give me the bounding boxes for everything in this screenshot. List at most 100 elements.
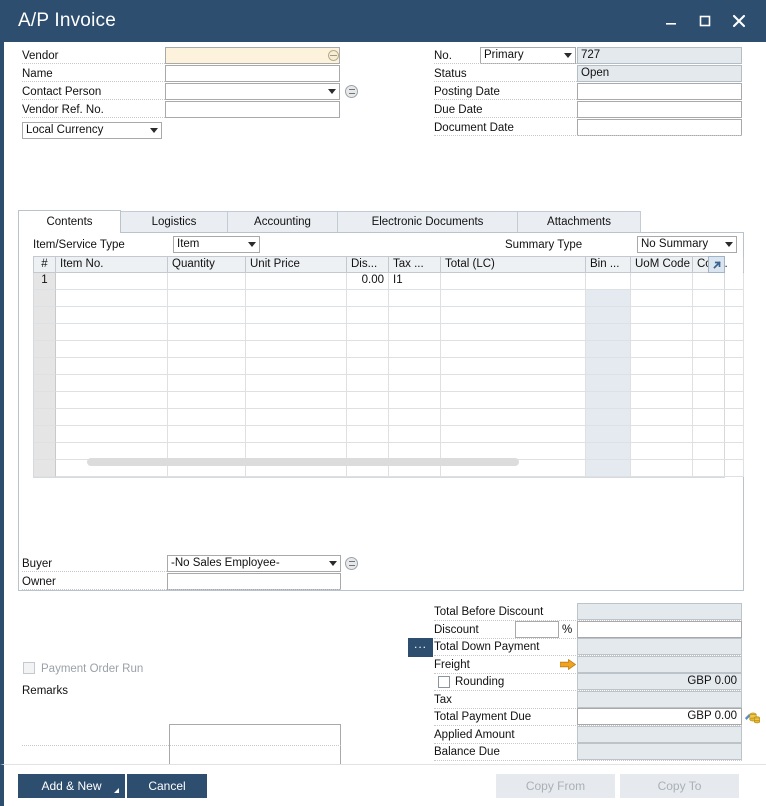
grid-cell-bin[interactable] <box>586 358 631 375</box>
grid-cell-disc[interactable] <box>347 290 389 307</box>
grid-row[interactable] <box>34 290 744 307</box>
summary-type-select[interactable]: No Summary <box>637 236 737 253</box>
vendor-link-icon[interactable] <box>328 50 339 61</box>
contact-person-link-icon[interactable] <box>345 85 358 98</box>
grid-cell-cou[interactable] <box>693 460 744 477</box>
grid-cell-disc[interactable] <box>347 324 389 341</box>
currency-select[interactable]: Local Currency <box>22 122 162 139</box>
tab-accounting[interactable]: Accounting <box>227 211 338 233</box>
grid-cell-tax[interactable] <box>389 324 441 341</box>
grid-cell-uom[interactable] <box>631 358 693 375</box>
grid-cell-price[interactable] <box>246 375 347 392</box>
grid-cell-qty[interactable] <box>168 375 246 392</box>
grid-cell-bin[interactable] <box>586 392 631 409</box>
tab-attachments[interactable]: Attachments <box>517 211 641 233</box>
grid-cell-price[interactable] <box>246 341 347 358</box>
grid-cell-disc[interactable]: 0.00 <box>347 273 389 290</box>
grid-column-header-disc[interactable]: Dis... <box>347 257 389 272</box>
totals-value-total-payment-due[interactable]: GBP 0.00 <box>577 708 742 725</box>
grid-cell-bin[interactable] <box>586 409 631 426</box>
grid-cell-total[interactable] <box>441 307 586 324</box>
grid-cell-uom[interactable] <box>631 460 693 477</box>
grid-column-header-qty[interactable]: Quantity <box>168 257 246 272</box>
grid-cell-item_no[interactable] <box>56 409 168 426</box>
no-series-select[interactable]: Primary <box>480 47 576 64</box>
grid-cell-tax[interactable] <box>389 358 441 375</box>
buyer-link-icon[interactable] <box>345 557 358 570</box>
grid-cell-cou[interactable] <box>693 273 744 290</box>
copy-from-button[interactable]: Copy From <box>496 774 615 798</box>
grid-cell-item_no[interactable] <box>56 273 168 290</box>
grid-cell-price[interactable] <box>246 358 347 375</box>
grid-cell-tax[interactable] <box>389 341 441 358</box>
grid-cell-qty[interactable] <box>168 324 246 341</box>
due-date-input[interactable] <box>577 101 742 118</box>
grid-cell-price[interactable] <box>246 307 347 324</box>
grid-cell-tax[interactable] <box>389 307 441 324</box>
grid-cell-price[interactable] <box>246 392 347 409</box>
grid-cell-uom[interactable] <box>631 307 693 324</box>
grid-cell-uom[interactable] <box>631 443 693 460</box>
grid-cell-bin[interactable] <box>586 290 631 307</box>
grid-cell-disc[interactable] <box>347 426 389 443</box>
grid-cell-price[interactable] <box>246 324 347 341</box>
grid-cell-bin[interactable] <box>586 426 631 443</box>
grid-cell-item_no[interactable] <box>56 392 168 409</box>
copy-to-button[interactable]: Copy To <box>620 774 739 798</box>
rounding-checkbox[interactable] <box>438 676 450 688</box>
tab-contents[interactable]: Contents <box>18 210 121 233</box>
buyer-select[interactable]: -No Sales Employee- <box>167 555 341 572</box>
grid-cell-bin[interactable] <box>586 443 631 460</box>
grid-cell-qty[interactable] <box>168 358 246 375</box>
grid-cell-item_no[interactable] <box>56 426 168 443</box>
grid-cell-tax[interactable] <box>389 290 441 307</box>
name-input[interactable] <box>165 65 340 82</box>
grid-cell-tax[interactable] <box>389 409 441 426</box>
grid-cell-bin[interactable] <box>586 324 631 341</box>
tab-logistics[interactable]: Logistics <box>120 211 228 233</box>
grid-row[interactable] <box>34 341 744 358</box>
grid-cell-item_no[interactable] <box>56 375 168 392</box>
grid-cell-qty[interactable] <box>168 392 246 409</box>
grid-cell-qty[interactable] <box>168 426 246 443</box>
grid-cell-price[interactable] <box>246 290 347 307</box>
grid-cell-cou[interactable] <box>693 358 744 375</box>
grid-column-header-tax[interactable]: Tax ... <box>389 257 441 272</box>
cancel-button[interactable]: Cancel <box>127 774 207 798</box>
close-button[interactable] <box>722 5 756 37</box>
grid-row[interactable] <box>34 307 744 324</box>
grid-cell-disc[interactable] <box>347 341 389 358</box>
grid-cell-price[interactable] <box>246 426 347 443</box>
grid-cell-total[interactable] <box>441 409 586 426</box>
grid-cell-tax[interactable] <box>389 392 441 409</box>
grid-cell-bin[interactable] <box>586 307 631 324</box>
grid-cell-bin[interactable] <box>586 460 631 477</box>
grid-column-header-idx[interactable]: # <box>34 257 56 272</box>
grid-cell-total[interactable] <box>441 324 586 341</box>
grid-cell-cou[interactable] <box>693 392 744 409</box>
grid-cell-price[interactable] <box>246 273 347 290</box>
grid-cell-cou[interactable] <box>693 290 744 307</box>
grid-cell-item_no[interactable] <box>56 358 168 375</box>
grid-cell-item_no[interactable] <box>56 307 168 324</box>
grid-cell-uom[interactable] <box>631 426 693 443</box>
grid-row[interactable]: 1 0.00 I1 <box>34 273 744 290</box>
down-payment-options-button[interactable]: ... <box>408 638 433 657</box>
grid-cell-item_no[interactable] <box>56 324 168 341</box>
grid-row[interactable] <box>34 375 744 392</box>
grid-cell-item_no[interactable] <box>56 341 168 358</box>
grid-cell-uom[interactable] <box>631 409 693 426</box>
contact-person-select[interactable] <box>165 83 340 100</box>
grid-cell-total[interactable] <box>441 341 586 358</box>
grid-cell-cou[interactable] <box>693 341 744 358</box>
grid-cell-bin[interactable] <box>586 273 631 290</box>
vendor-ref-no-input[interactable] <box>165 101 340 118</box>
discount-percent-input[interactable] <box>515 621 559 638</box>
grid-cell-total[interactable] <box>441 273 586 290</box>
grid-horizontal-scrollbar[interactable] <box>87 458 519 466</box>
grid-cell-disc[interactable] <box>347 392 389 409</box>
coins-icon[interactable] <box>744 709 760 724</box>
maximize-button[interactable] <box>688 5 722 37</box>
grid-cell-tax[interactable] <box>389 375 441 392</box>
grid-cell-price[interactable] <box>246 409 347 426</box>
